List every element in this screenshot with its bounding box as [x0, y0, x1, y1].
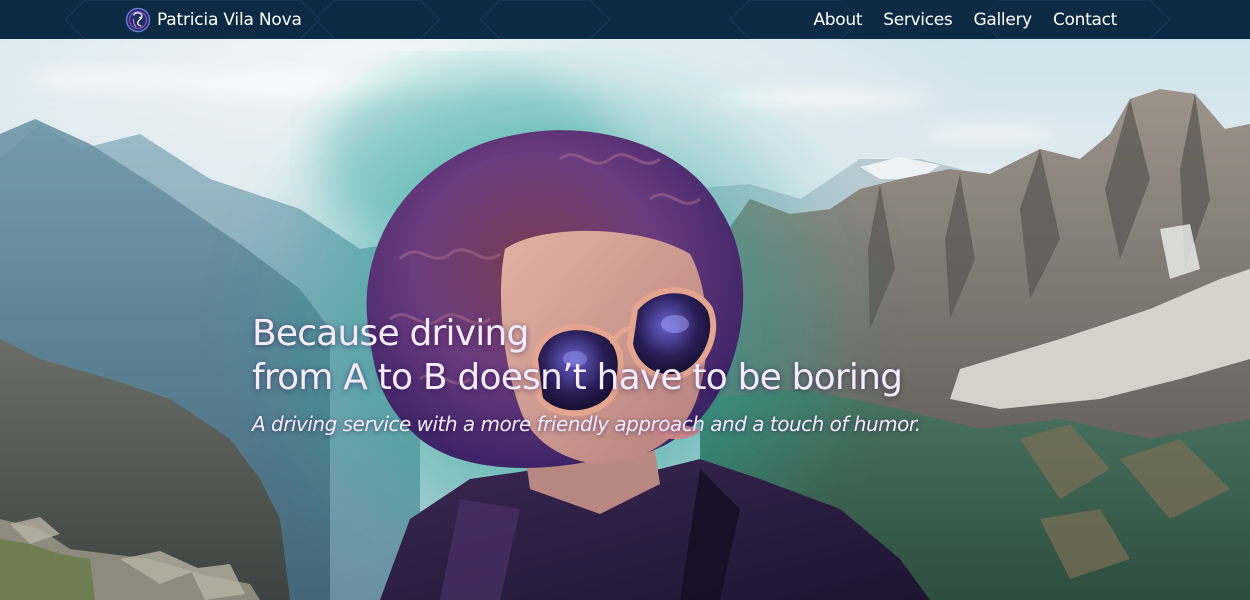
hero-tagline: A driving service with a more friendly a…: [252, 412, 921, 436]
hero-section: Because driving from A to B doesn’t have…: [0, 39, 1250, 600]
nav-link-about[interactable]: About: [813, 10, 862, 30]
hero-headline-line-1: Because driving: [252, 313, 529, 354]
page: Patricia Vila Nova About Services Galler…: [0, 0, 1250, 600]
brand-name: Patricia Vila Nova: [157, 9, 302, 30]
nav-link-gallery[interactable]: Gallery: [974, 10, 1033, 30]
brand-home-link[interactable]: Patricia Vila Nova: [125, 6, 302, 33]
main-menu: About Services Gallery Contact: [813, 0, 1117, 39]
hero-text-block: Because driving from A to B doesn’t have…: [252, 312, 972, 436]
hero-headline: Because driving from A to B doesn’t have…: [252, 312, 972, 400]
nav-link-contact[interactable]: Contact: [1053, 10, 1117, 30]
hero-headline-line-2: from A to B doesn’t have to be boring: [252, 357, 903, 398]
top-navigation-bar: Patricia Vila Nova About Services Galler…: [0, 0, 1250, 39]
nav-link-services[interactable]: Services: [883, 10, 953, 30]
purple-line-art-face-logo-icon: [125, 7, 151, 32]
